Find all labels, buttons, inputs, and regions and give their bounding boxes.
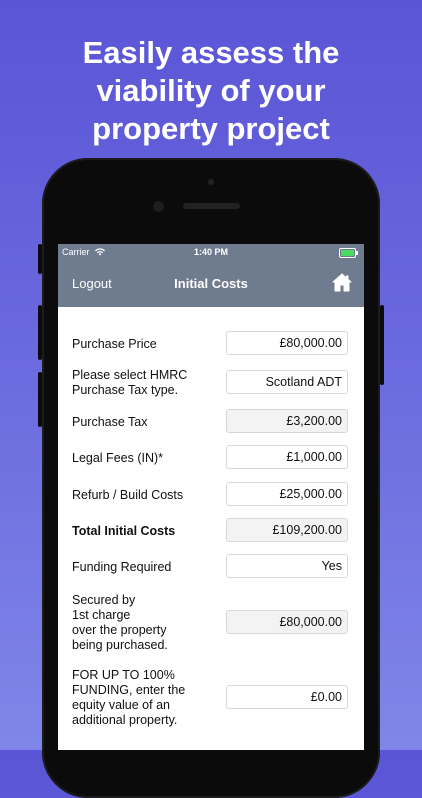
navigation-bar: Logout Initial Costs [58,261,364,307]
legal-fees-label: Legal Fees (IN)* [72,451,164,465]
form-row-total-initial-costs: Total Initial Costs £109,200.00 [72,518,352,544]
home-icon[interactable] [332,273,352,292]
refurb-costs-label: Refurb / Build Costs [72,488,184,502]
volume-up-button [38,305,42,360]
additional-equity-input[interactable]: £0.00 [226,685,348,709]
form-row-refurb-costs: Refurb / Build Costs £25,000.00 [72,482,352,508]
headline-line-1: Easily assess the [82,35,340,70]
form-row-legal-fees: Legal Fees (IN)* £1,000.00 [72,445,352,471]
form-row-additional-equity: FOR UP TO 100% FUNDING, enter the equity… [72,668,352,730]
sensor-dot [208,179,214,185]
headline: Easily assess the viability of your prop… [0,34,422,148]
total-initial-costs-label: Total Initial Costs [72,524,176,538]
purchase-tax-type-select[interactable]: Scotland ADT [226,370,348,394]
form-row-purchase-price: Purchase Price £80,000.00 [72,331,352,357]
form-row-purchase-tax: Purchase Tax £3,200.00 [72,409,352,435]
headline-line-3: property project [92,111,330,146]
purchase-price-input[interactable]: £80,000.00 [226,331,348,355]
additional-equity-label: FOR UP TO 100% FUNDING, enter the equity… [72,668,186,727]
app-screen: Carrier 1:40 PM Logout Initial Costs Pur… [58,244,364,750]
mute-switch [38,244,42,274]
power-button [380,305,384,385]
battery-icon [339,248,358,258]
form-row-purchase-tax-type: Please select HMRC Purchase Tax type. Sc… [72,368,352,398]
purchase-tax-value: £3,200.00 [226,409,348,433]
earpiece-speaker [183,203,240,209]
purchase-price-label: Purchase Price [72,337,157,351]
funding-required-select[interactable]: Yes [226,554,348,578]
front-camera [153,201,164,212]
legal-fees-input[interactable]: £1,000.00 [226,445,348,469]
purchase-tax-label: Purchase Tax [72,415,148,429]
form-row-secured-first-charge: Secured by 1st charge over the property … [72,593,352,655]
status-bar: Carrier 1:40 PM [58,244,364,261]
refurb-costs-input[interactable]: £25,000.00 [226,482,348,506]
purchase-tax-type-label: Please select HMRC Purchase Tax type. [72,368,188,397]
secured-first-charge-label: Secured by 1st charge over the property … [72,593,168,652]
nav-title: Initial Costs [174,276,248,291]
secured-first-charge-value: £80,000.00 [226,610,348,634]
volume-down-button [38,372,42,427]
total-initial-costs-value: £109,200.00 [226,518,348,542]
funding-required-label: Funding Required [72,560,172,574]
status-time: 1:40 PM [193,247,228,257]
headline-line-2: viability of your [96,73,326,108]
form-row-funding-required: Funding Required Yes [72,554,352,580]
